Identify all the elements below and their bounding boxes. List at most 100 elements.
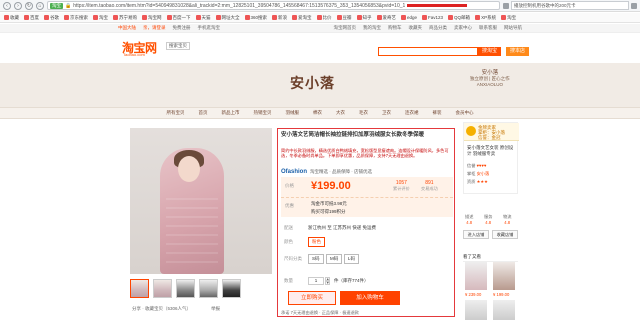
bookmark-item[interactable]: 京东搜索: [64, 15, 88, 21]
quantity-input[interactable]: 1: [308, 277, 324, 285]
bookmark-item[interactable]: 知乎: [356, 15, 372, 21]
share-favorite-link[interactable]: 分享 · 收藏宝贝（5306人气）: [132, 306, 191, 312]
url-text[interactable]: https://item.taobao.com/item.htm?id=5409…: [73, 3, 405, 9]
bookmark-item[interactable]: 百度: [24, 15, 39, 21]
shop-name[interactable]: 安小落: [290, 73, 335, 93]
browser-search-box[interactable]: 播放控制机用谷歌中的200元卡: [511, 1, 629, 10]
shop-nav-item[interactable]: 大衣: [336, 110, 345, 116]
bookmark-item[interactable]: 收藏: [4, 15, 19, 21]
topbar-link[interactable]: 卖家中心: [454, 25, 472, 31]
back-icon[interactable]: ‹: [3, 1, 11, 10]
enter-shop-button[interactable]: 进入店铺: [463, 230, 489, 239]
forward-icon[interactable]: ›: [14, 1, 22, 10]
bookmark-item[interactable]: edge: [401, 15, 417, 20]
shop-nav-item[interactable]: 新品上市: [222, 110, 240, 116]
shop-card-title[interactable]: 安小落文艺女装 原创设计 羽绒服专卖: [467, 145, 517, 156]
mobile-link[interactable]: 手机逛淘宝: [198, 25, 221, 31]
buy-now-button[interactable]: 立即购买: [288, 291, 336, 305]
menu-icon[interactable]: [631, 2, 637, 9]
shop-nav-item[interactable]: 裤装: [433, 110, 442, 116]
bookmark-item[interactable]: XP系统: [475, 15, 496, 21]
size-option[interactable]: M码: [326, 254, 343, 264]
bookmark-item[interactable]: 百度一下: [166, 15, 191, 21]
bookmark-item[interactable]: 天猫: [195, 15, 211, 21]
register-link[interactable]: 免费注册: [173, 25, 191, 31]
related-price: ¥ 239.00: [465, 292, 482, 297]
bookmark-item[interactable]: 豆瓣: [336, 15, 352, 21]
shop-slogan-sub: ANXIAOLUO: [476, 82, 503, 87]
related-product-image[interactable]: [493, 300, 515, 320]
topbar-link[interactable]: 商品分类: [429, 25, 447, 31]
bookmark-icon: [376, 15, 382, 20]
region-link[interactable]: 中国大陆: [118, 25, 136, 31]
bookmark-item[interactable]: Fav123: [422, 15, 443, 20]
bookmark-item[interactable]: 淘宝: [93, 15, 108, 21]
delivery-value[interactable]: 浙江杭州 至 江苏苏州 快递 免运费: [308, 225, 376, 231]
review-count[interactable]: 1057 累计评价: [393, 180, 410, 192]
bookmark-item[interactable]: 苏宁易购: [113, 15, 137, 21]
bookmark-item[interactable]: 比价: [316, 15, 332, 21]
browser-toolbar: ‹ › ↻ ⌂ 淘宝 🔒 https://item.taobao.com/ite…: [0, 0, 640, 12]
bookmark-item[interactable]: 网址大全: [215, 15, 240, 21]
gold-line: 信誉：金冠: [478, 135, 501, 140]
related-product-image[interactable]: [465, 262, 487, 290]
bookmark-item[interactable]: 新浪: [272, 15, 287, 21]
related-product-image[interactable]: [493, 262, 515, 290]
search-taobao-button[interactable]: 搜淘宝: [478, 47, 502, 56]
star-icon[interactable]: [503, 2, 509, 9]
address-bar[interactable]: 淘宝 🔒 https://item.taobao.com/item.htm?id…: [47, 1, 500, 10]
search-scope-select[interactable]: 搜索宝贝: [166, 42, 190, 50]
shop-nav-item[interactable]: 首页: [199, 110, 208, 116]
bookmark-item[interactable]: 爱淘宝: [292, 15, 312, 21]
login-link[interactable]: 亲，请登录: [143, 25, 166, 31]
bookmark-icon: [44, 15, 49, 20]
bookmark-item[interactable]: 谷歌: [44, 15, 59, 21]
topbar-link[interactable]: 收藏夹: [409, 25, 423, 31]
home-icon[interactable]: ⌂: [36, 1, 44, 10]
report-link[interactable]: 举报: [211, 306, 220, 312]
thumbnail[interactable]: [153, 279, 172, 298]
product-main-image[interactable]: [130, 128, 272, 274]
shop-nav-item[interactable]: 毛衣: [359, 110, 368, 116]
promise-text: 7天无理由退换 · 正品保障 · 极速退款: [290, 310, 359, 315]
favorite-shop-button[interactable]: 收藏店铺: [492, 230, 518, 239]
size-option[interactable]: S码: [308, 254, 324, 264]
bookmark-item[interactable]: QQ邮箱: [448, 15, 470, 21]
topbar-link[interactable]: 我的淘宝: [363, 25, 381, 31]
price-panel: 价格 ¥199.00 1057 累计评价 891 交易成功: [281, 177, 453, 197]
shop-nav-item[interactable]: 连衣裙: [405, 110, 419, 116]
site-topbar: 中国大陆 亲，请登录 免费注册 手机逛淘宝 淘宝网首页 我的淘宝 购物车 收藏夹…: [0, 24, 640, 33]
size-option[interactable]: L码: [344, 254, 360, 264]
search-shop-button[interactable]: 搜本店: [506, 47, 530, 56]
related-product-image[interactable]: [465, 300, 487, 320]
shop-nav-item[interactable]: 热销宝贝: [254, 110, 272, 116]
shop-nav-item[interactable]: 会员中心: [456, 110, 474, 116]
topbar-link[interactable]: 淘宝网首页: [334, 25, 357, 31]
bookmark-item[interactable]: 爱奇艺: [376, 15, 396, 21]
search-input[interactable]: [378, 47, 478, 56]
thumbnail[interactable]: [199, 279, 218, 298]
bookmark-icon: [24, 15, 29, 20]
taobao-logo-sub: Taobao.com: [123, 52, 145, 57]
shop-nav-item[interactable]: 所有宝贝: [167, 110, 185, 116]
qualification-row: 资质 ★★★: [467, 179, 488, 184]
brand-logo[interactable]: Ofashion: [281, 169, 307, 175]
bookmark-item[interactable]: 淘宝: [501, 15, 516, 21]
topbar-link[interactable]: 联系客服: [479, 25, 497, 31]
thumbnail[interactable]: [176, 279, 195, 298]
score-desc: 描述 4.8: [465, 214, 474, 225]
topbar-link[interactable]: 购物车: [388, 25, 402, 31]
add-to-cart-button[interactable]: 加入购物车: [340, 291, 400, 305]
topbar-link[interactable]: 网站导航: [504, 25, 522, 31]
quantity-down-icon[interactable]: ▼: [325, 281, 330, 285]
thumbnail[interactable]: [130, 279, 149, 298]
color-option[interactable]: 粉色: [308, 237, 325, 247]
shop-nav-item[interactable]: 卫衣: [382, 110, 391, 116]
shop-nav-item[interactable]: 羽绒服: [286, 110, 300, 116]
thumbnail[interactable]: [222, 279, 241, 298]
bookmark-item[interactable]: 360搜索: [244, 15, 267, 21]
shop-nav-item[interactable]: 棉衣: [313, 110, 322, 116]
reload-icon[interactable]: ↻: [25, 1, 33, 10]
promo-coin: 淘金币可抵3.98元: [311, 201, 347, 206]
bookmark-item[interactable]: 淘宝网: [142, 15, 162, 21]
